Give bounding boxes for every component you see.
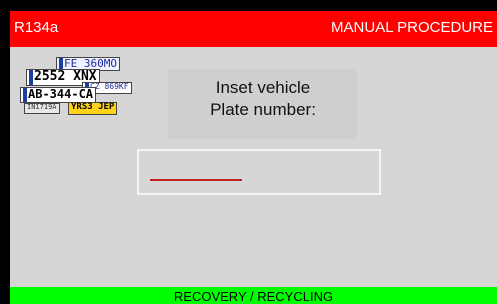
plate-image: YRS3 JEP xyxy=(68,102,118,115)
header-bar: R134a MANUAL PROCEDURE xyxy=(10,11,497,47)
device-screen: R134a MANUAL PROCEDURE FE 360MO 2552 XNX… xyxy=(10,11,497,304)
refrigerant-label: R134a xyxy=(14,19,59,36)
plate-image: AB-344-CA xyxy=(20,87,97,103)
footer-bar: RECOVERY / RECYCLING xyxy=(10,287,497,304)
instruction-prompt: Inset vehicle Plate number: xyxy=(168,69,358,139)
license-plates-icon: FE 360MO 2552 XNX CZ 869KF AB-344-CA IN1… xyxy=(20,57,138,119)
procedure-mode-label: MANUAL PROCEDURE xyxy=(331,19,493,36)
prompt-line-2: Plate number: xyxy=(210,100,316,119)
footer-label: RECOVERY / RECYCLING xyxy=(173,289,334,304)
prompt-line-1: Inset vehicle xyxy=(215,78,311,97)
plate-image: IN1719A xyxy=(24,103,60,114)
plate-number-input[interactable] xyxy=(137,149,381,195)
input-cursor xyxy=(150,179,242,181)
